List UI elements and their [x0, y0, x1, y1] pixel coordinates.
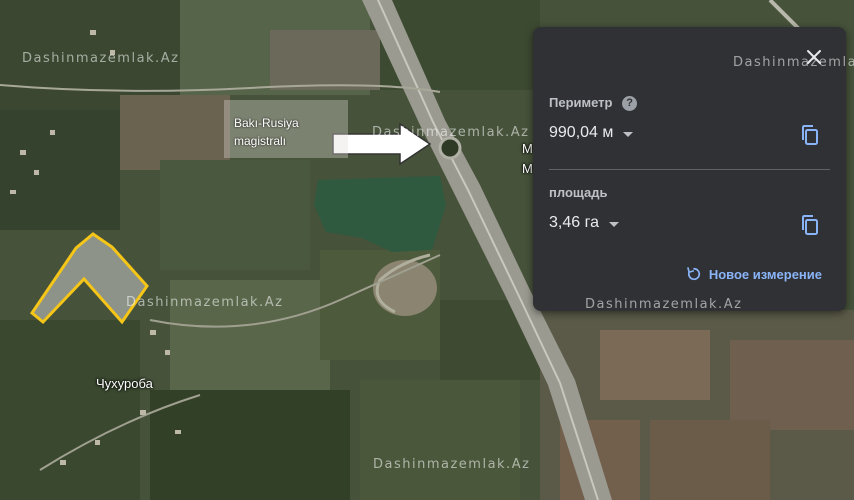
perimeter-label-row: Периметр ? — [549, 95, 638, 111]
area-value-dropdown[interactable]: 3,46 га — [549, 214, 619, 232]
road-label-fragment: M — [522, 161, 533, 176]
watermark: Dashinmazemlak.Az — [22, 51, 180, 66]
help-icon[interactable]: ? — [622, 96, 638, 111]
watermark: Dashinmazemlak.Az — [585, 297, 743, 312]
annotation-line-1: Bakı-Rusiya — [234, 116, 299, 130]
highway-annotation: Bakı-Rusiya magistralı — [234, 114, 299, 150]
village-label[interactable]: Чухуроба — [96, 375, 153, 392]
watermark: Dashinmazemlak.Az — [733, 55, 854, 70]
watermark: Dashinmazemlak.Az — [372, 125, 530, 140]
area-value: 3,46 га — [549, 214, 599, 231]
copy-icon — [802, 215, 818, 235]
watermark: Dashinmazemlak.Az — [126, 295, 284, 310]
dirt-clearing — [373, 260, 437, 316]
perimeter-label: Периметр — [549, 95, 613, 110]
annotation-line-2: magistralı — [234, 134, 287, 148]
measure-distance-panel: Dashinmazemlak.Az Периметр ? 990,04 м пл… — [533, 27, 854, 312]
chevron-down-icon — [623, 131, 634, 137]
close-icon — [807, 50, 821, 64]
new-measurement-label: Новое измерение — [708, 266, 822, 282]
close-button[interactable] — [802, 45, 826, 69]
new-measurement-button[interactable]: Новое измерение — [685, 265, 822, 283]
copy-icon — [802, 125, 818, 145]
perimeter-value: 990,04 м — [549, 124, 614, 141]
copy-area-button[interactable] — [798, 213, 822, 237]
chevron-down-icon — [608, 221, 619, 227]
restart-icon — [687, 267, 700, 281]
area-label: площадь — [549, 185, 608, 200]
divider — [549, 169, 830, 170]
watermark: Dashinmazemlak.Az — [373, 457, 531, 472]
copy-perimeter-button[interactable] — [798, 123, 822, 147]
interchange — [438, 136, 462, 160]
perimeter-value-dropdown[interactable]: 990,04 м — [549, 124, 634, 142]
road-label-fragment: M — [522, 141, 533, 156]
